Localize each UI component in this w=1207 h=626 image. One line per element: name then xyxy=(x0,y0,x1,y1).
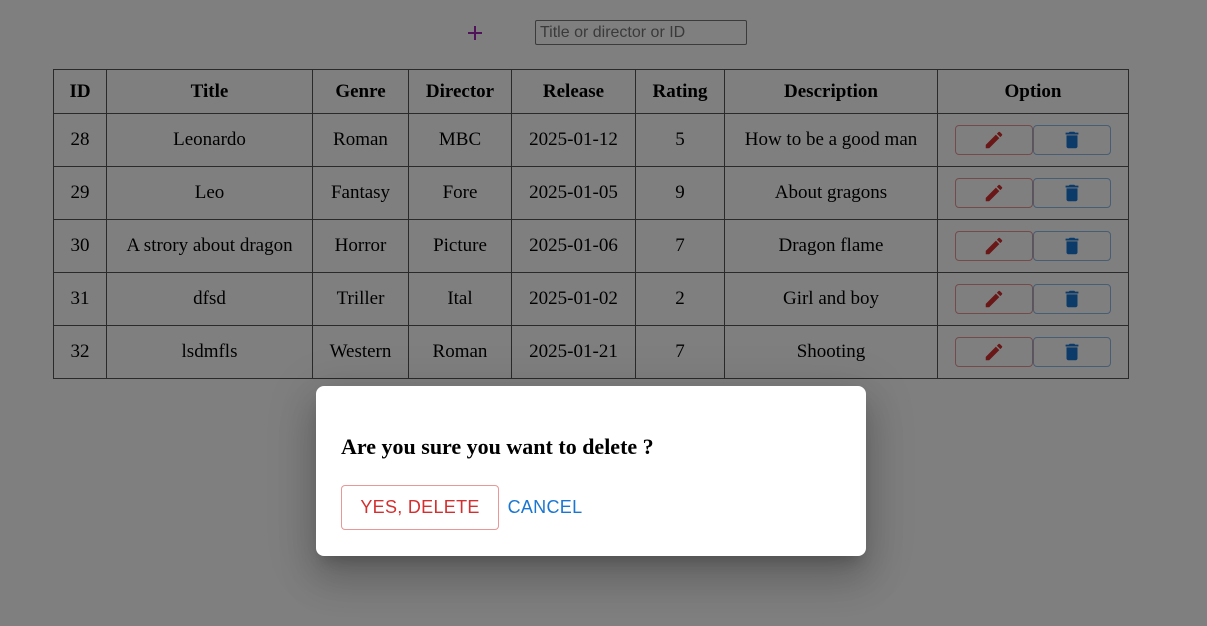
dialog-title: Are you sure you want to delete ? xyxy=(341,434,654,459)
confirm-delete-button[interactable]: YES, DELETE xyxy=(341,485,499,530)
delete-confirm-dialog: Are you sure you want to delete ? YES, D… xyxy=(316,386,866,556)
page: ID Title Genre Director Release Rating D… xyxy=(0,0,1207,626)
cancel-button[interactable]: CANCEL xyxy=(504,485,586,530)
